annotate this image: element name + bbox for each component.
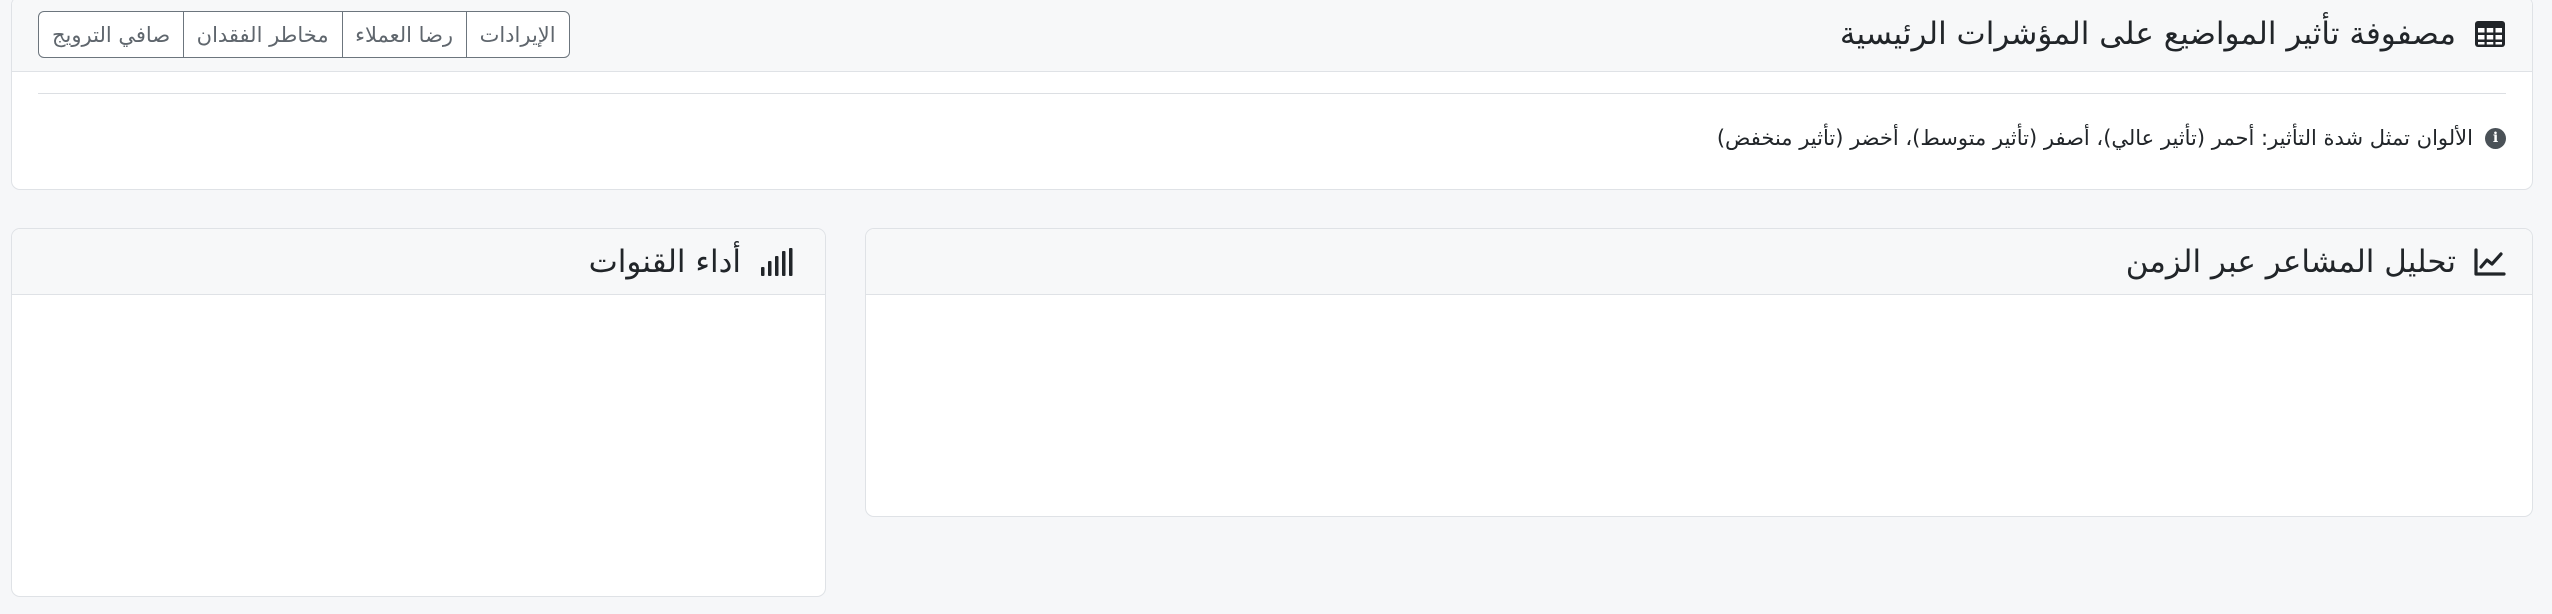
matrix-title-text: مصفوفة تأثير المواضيع على المؤشرات الرئي… [1839, 16, 2456, 52]
table-icon [2474, 20, 2506, 48]
matrix-divider [38, 93, 2506, 94]
legend-note-text: الألوان تمثل شدة التأثير: أحمر (تأثير عا… [1716, 126, 2473, 150]
matrix-title: مصفوفة تأثير المواضيع على المؤشرات الرئي… [1840, 16, 2506, 52]
kpi-button-group: الإيرادات رضا العملاء مخاطر الفقدان صافي… [38, 11, 570, 58]
kpi-button-revenue[interactable]: الإيرادات [465, 11, 570, 58]
channel-performance-card: أداء القنوات [11, 228, 826, 597]
sentiment-title: تحليل المشاعر عبر الزمن [2126, 244, 2506, 280]
sentiment-title-text: تحليل المشاعر عبر الزمن [2125, 243, 2456, 280]
sentiment-over-time-card: تحليل المشاعر عبر الزمن [865, 228, 2533, 517]
channels-card-header: أداء القنوات [12, 229, 825, 295]
sentiment-card-header: تحليل المشاعر عبر الزمن [866, 229, 2532, 295]
channels-title: أداء القنوات [589, 244, 799, 280]
kpi-button-net-promoter[interactable]: صافي الترويج [38, 11, 185, 58]
signal-bars-icon [759, 247, 799, 277]
line-chart-icon [2474, 247, 2506, 276]
channels-title-text: أداء القنوات [588, 243, 741, 280]
kpi-button-customer-satisfaction[interactable]: رضا العملاء [341, 11, 468, 58]
matrix-card-header: مصفوفة تأثير المواضيع على المؤشرات الرئي… [12, 0, 2532, 72]
topic-impact-matrix-card: مصفوفة تأثير المواضيع على المؤشرات الرئي… [11, 0, 2533, 190]
impact-color-legend: i الألوان تمثل شدة التأثير: أحمر (تأثير … [1717, 126, 2506, 150]
info-circle-icon: i [2485, 127, 2506, 149]
kpi-button-churn-risk[interactable]: مخاطر الفقدان [182, 11, 343, 58]
